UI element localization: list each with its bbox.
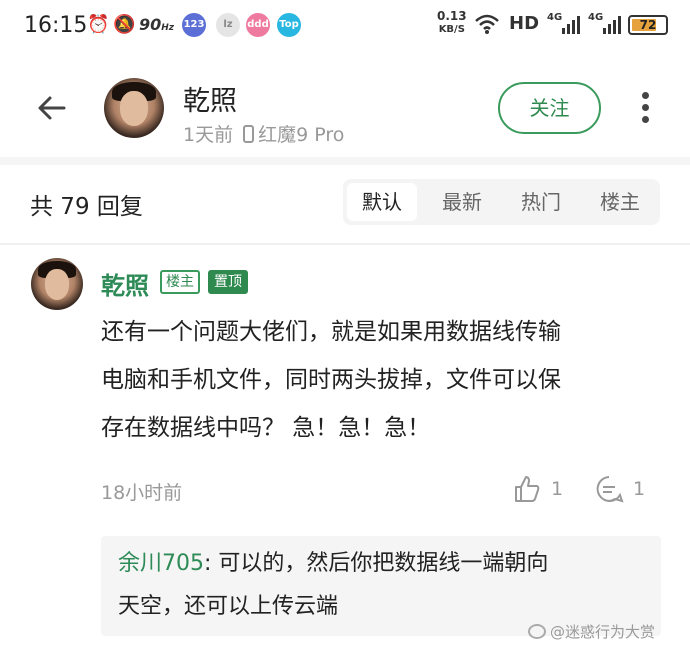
comment-time: 18小时前 — [101, 482, 183, 504]
net-speed: 0.13 KB/S — [437, 9, 467, 36]
comment-author[interactable]: 乾照 — [101, 266, 149, 301]
author-avatar[interactable] — [104, 78, 164, 138]
comment-line: 存在数据线中吗？ 急！急！急！ — [101, 415, 431, 441]
post-meta: 1天前 红魔9 Pro — [183, 120, 344, 147]
weibo-logo-icon — [528, 624, 546, 639]
watermark: @迷惑行为大赏 — [528, 621, 655, 642]
more-options-icon[interactable] — [640, 92, 650, 126]
sort-tabs: 默认 最新 热门 楼主 — [343, 179, 660, 225]
app-badge-lz: lz — [216, 13, 240, 37]
divider — [0, 157, 690, 165]
tab-hot[interactable]: 热门 — [506, 183, 576, 221]
comment-line: 电脑和手机文件，同时两头拔掉，文件可以保 — [101, 367, 561, 393]
device-name: 红魔9 Pro — [258, 124, 345, 146]
reply-count: 共 79 回复 — [30, 194, 143, 220]
divider — [0, 243, 690, 245]
mute-icon: 🔕 — [113, 14, 136, 35]
app-badge-123: 123 — [182, 13, 206, 37]
comment-avatar[interactable] — [31, 258, 83, 310]
back-arrow-icon[interactable] — [36, 92, 68, 124]
comment-count: 1 — [633, 478, 646, 500]
signal-type-2: 4G — [588, 12, 604, 23]
app-badge-top: Top — [277, 13, 301, 37]
sub-reply-text: 余川705: 可以的，然后你把数据线一端朝向 天空，还可以上传云端 — [118, 551, 549, 619]
signal-icon — [562, 16, 580, 34]
tab-latest[interactable]: 最新 — [427, 183, 497, 221]
hd-indicator: HD — [509, 13, 540, 34]
status-bar: 16:15 ⏰ 🔕 90Hz 123 lz ddd Top 0.13 KB/S … — [0, 0, 690, 52]
tab-default[interactable]: 默认 — [347, 183, 417, 221]
comment-icon[interactable] — [594, 474, 624, 504]
like-count: 1 — [551, 478, 564, 500]
signal-type-1: 4G — [547, 12, 563, 23]
wifi-icon — [475, 14, 499, 34]
follow-button[interactable]: 关注 — [498, 82, 601, 134]
sub-reply-author[interactable]: 余川705 — [118, 551, 204, 576]
comment-line: 还有一个问题大佬们，就是如果用数据线传输 — [101, 319, 561, 345]
phone-icon — [243, 125, 255, 143]
battery-level: 72 — [639, 18, 657, 32]
post-time: 1天前 — [183, 124, 234, 146]
alarm-icon: ⏰ — [87, 14, 110, 35]
author-name[interactable]: 乾照 — [183, 79, 237, 118]
like-icon[interactable] — [512, 474, 542, 504]
signal-icon-2 — [603, 16, 621, 34]
refresh-rate: 90Hz — [139, 15, 175, 34]
pinned-tag: 置顶 — [208, 270, 248, 294]
comment-body: 还有一个问题大佬们，就是如果用数据线传输 电脑和手机文件，同时两头拔掉，文件可以… — [101, 308, 671, 452]
tab-owner[interactable]: 楼主 — [585, 183, 655, 221]
app-badge-pink: ddd — [246, 13, 270, 37]
status-time: 16:15 — [24, 13, 88, 38]
battery-icon: 72 — [628, 15, 668, 35]
owner-tag: 楼主 — [160, 270, 200, 294]
